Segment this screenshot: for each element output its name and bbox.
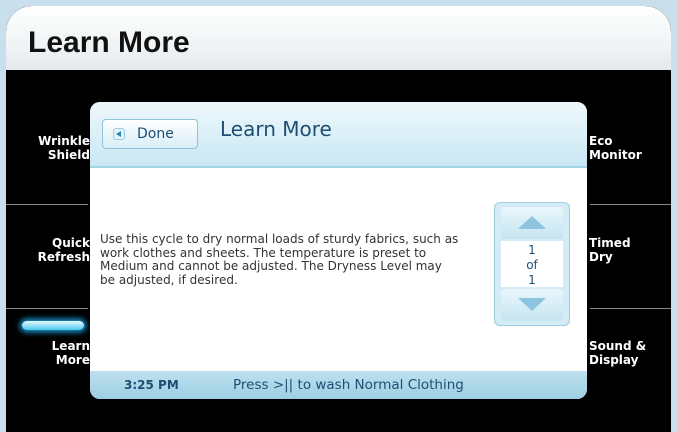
page-scroller: 1 of 1 [494, 202, 570, 326]
menu-eco-monitor-line2: Monitor [589, 148, 642, 162]
menu-wrinkle-shield-line2: Shield [47, 148, 90, 162]
up-triangle-icon [518, 216, 546, 229]
menu-eco-monitor-line1: Eco [589, 134, 613, 148]
selected-indicator [22, 321, 84, 330]
menu-sound-display-line1: Sound & [589, 339, 647, 353]
menu-learn-more-line2: More [55, 353, 90, 367]
appliance-screen: Learn More Wrinkle Shield Quick Refresh … [6, 6, 671, 432]
menu-timed-dry-line2: Dry [589, 250, 613, 264]
menu-wrinkle-shield[interactable]: Wrinkle Shield [6, 134, 90, 162]
done-label: Done [137, 126, 174, 142]
status-bar: 3:25 PM Press >|| to wash Normal Clothin… [90, 371, 587, 399]
page-of: of [526, 258, 538, 272]
cycle-description: Use this cycle to dry normal loads of st… [100, 232, 459, 287]
page-indicator: 1 of 1 [501, 241, 563, 287]
page-up-button[interactable] [501, 207, 563, 239]
right-divider-2 [590, 308, 671, 309]
menu-quick-refresh-line1: Quick [52, 236, 90, 250]
menu-timed-dry-line1: Timed [589, 236, 631, 250]
dialog-header: Done Learn More [90, 102, 587, 168]
page-current: 1 [528, 243, 536, 257]
right-divider-1 [590, 204, 671, 205]
dialog-title: Learn More [220, 117, 332, 141]
page-down-button[interactable] [501, 289, 563, 321]
learn-more-dialog: Done Learn More Use this cycle to dry no… [90, 102, 587, 399]
menu-wrinkle-shield-line1: Wrinkle [38, 134, 90, 148]
page-title: Learn More [28, 26, 190, 59]
left-divider-1 [6, 204, 88, 205]
menu-sound-display-line2: Display [589, 353, 639, 367]
clock-time: 3:25 PM [124, 378, 179, 392]
menu-eco-monitor[interactable]: Eco Monitor [589, 134, 671, 162]
menu-quick-refresh-line2: Refresh [37, 250, 90, 264]
done-button[interactable]: Done [102, 119, 198, 149]
menu-learn-more-line1: Learn [51, 339, 90, 353]
menu-sound-display[interactable]: Sound & Display [589, 339, 671, 367]
left-divider-2 [6, 308, 88, 309]
page-total: 1 [528, 273, 536, 287]
menu-learn-more[interactable]: Learn More [6, 339, 90, 367]
left-triangle-icon [113, 128, 125, 140]
menu-quick-refresh[interactable]: Quick Refresh [6, 236, 90, 264]
status-message: Press >|| to wash Normal Clothing [233, 377, 464, 393]
down-triangle-icon [518, 298, 546, 311]
menu-timed-dry[interactable]: Timed Dry [589, 236, 671, 264]
screen-header: Learn More [6, 6, 671, 70]
